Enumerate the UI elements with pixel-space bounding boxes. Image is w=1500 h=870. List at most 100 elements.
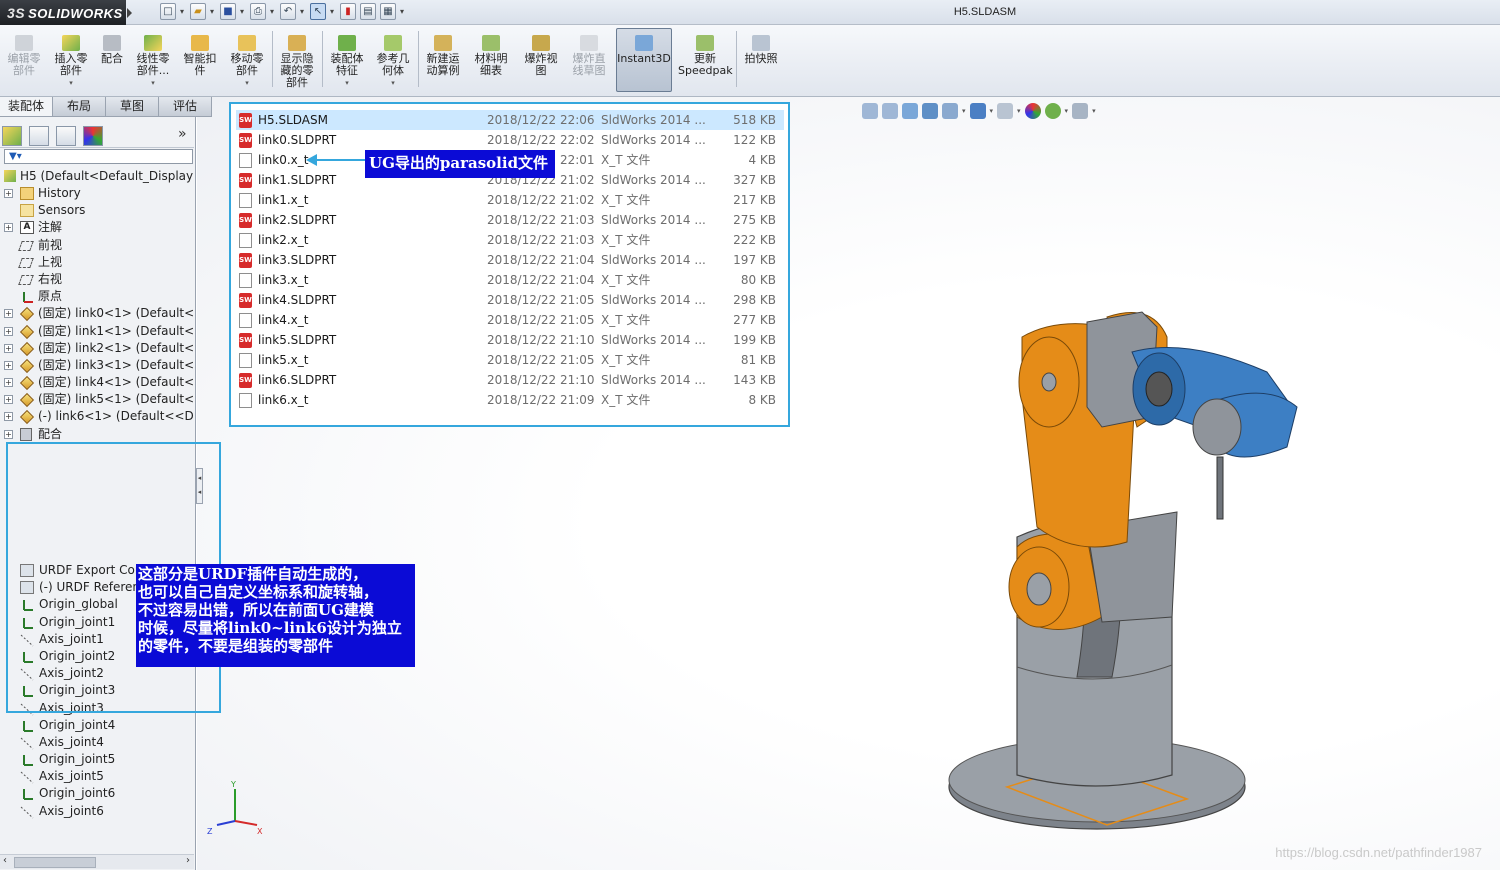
tab-assembly[interactable]: 装配体 (0, 97, 53, 116)
smart-fasteners-button[interactable]: 智能扣件 (180, 29, 220, 91)
tree-item[interactable]: + (固定) link3<1> (Default<<D (0, 357, 194, 374)
scroll-thumb[interactable] (14, 857, 96, 868)
file-row[interactable]: link6.x_t 2018/12/22 21:09 X_T 文件 8 KB (236, 390, 784, 410)
tree-root-assembly[interactable]: H5 (Default<Default_Display St (4, 168, 194, 184)
robot-arm-model[interactable] (927, 297, 1347, 857)
tree-item[interactable]: 前视 (0, 237, 194, 254)
more-tabs-icon[interactable]: » (178, 126, 187, 142)
expand-icon[interactable]: + (4, 395, 13, 405)
tree-item-label: History (38, 186, 81, 200)
file-row[interactable]: link2.x_t 2018/12/22 21:03 X_T 文件 222 KB (236, 230, 784, 250)
zoom-to-fit-icon[interactable] (862, 103, 878, 119)
tree-item-label: (固定) link3<1> (Default<<D (38, 357, 194, 372)
urdf-tree-item[interactable]: Axis_joint6 (10, 803, 194, 820)
expand-icon[interactable]: + (4, 223, 13, 233)
file-row[interactable]: SW link3.SLDPRT 2018/12/22 21:04 SldWorks 2… (236, 250, 784, 270)
file-row[interactable]: link5.x_t 2018/12/22 21:05 X_T 文件 81 KB (236, 350, 784, 370)
expand-icon[interactable]: + (4, 326, 13, 336)
horizontal-scrollbar[interactable]: ‹ › (0, 854, 194, 869)
tree-item[interactable]: 上视 (0, 254, 194, 271)
file-row[interactable]: link4.x_t 2018/12/22 21:05 X_T 文件 277 KB (236, 310, 784, 330)
show-hidden-components-button[interactable]: 显示隐 藏的零 部件 (276, 29, 318, 91)
scroll-left-icon[interactable]: ‹ (3, 855, 7, 866)
tree-item[interactable]: + (固定) link2<1> (Default<<D (0, 340, 194, 357)
tab-layout[interactable]: 布局 (53, 97, 106, 116)
urdf-tree-item[interactable]: Axis_joint5 (10, 768, 194, 785)
file-date: 2018/12/22 21:04 (487, 273, 595, 287)
configuration-manager-icon[interactable] (56, 126, 76, 146)
expand-icon[interactable]: + (4, 189, 13, 198)
tree-item[interactable]: + 配合 (0, 426, 194, 443)
previous-view-icon[interactable] (902, 103, 918, 119)
file-row[interactable]: SW link4.SLDPRT 2018/12/22 21:05 SldWorks 2… (236, 290, 784, 310)
tree-item[interactable]: 原点 (0, 288, 194, 305)
file-row[interactable]: SW H5.SLDASM 2018/12/22 22:06 SldWorks 2014… (236, 110, 784, 130)
scroll-right-icon[interactable]: › (186, 855, 190, 866)
urdf-tree-item[interactable]: Origin_joint6 (10, 785, 194, 802)
section-view-icon[interactable] (922, 103, 938, 119)
tree-item[interactable]: Sensors (0, 202, 194, 219)
assembly-features-button[interactable]: 装配体 特征 ▾ (326, 29, 368, 91)
origin-icon (20, 753, 34, 767)
exploded-view-button[interactable]: 爆炸视图 (518, 29, 564, 91)
file-row[interactable]: SW link5.SLDPRT 2018/12/22 21:10 SldWorks 2… (236, 330, 784, 350)
explode-line-sketch-button[interactable]: 爆炸直 线草图 (566, 29, 612, 91)
hide-show-items-icon[interactable] (997, 103, 1014, 119)
tree-item[interactable]: + (固定) link0<1> (Default<<D (0, 305, 194, 322)
file-row[interactable]: SW link6.SLDPRT 2018/12/22 21:10 SldWorks 2… (236, 370, 784, 390)
sensor-icon (20, 204, 34, 218)
tree-item[interactable]: + A 注解 (0, 219, 194, 236)
file-row[interactable]: SW link2.SLDPRT 2018/12/22 21:03 SldWorks 2… (236, 210, 784, 230)
move-component-button[interactable]: 移动零 部件 ▾ (226, 29, 268, 91)
annot-icon: A (20, 221, 34, 235)
take-snapshot-button[interactable]: 拍快照 (740, 29, 782, 91)
tree-item[interactable]: + (固定) link1<1> (Default<<D (0, 323, 194, 340)
expand-icon[interactable]: + (4, 412, 13, 422)
tree-filter[interactable]: ▼▾ (4, 149, 193, 164)
part-icon (19, 410, 35, 425)
tab-evaluate[interactable]: 评估 (159, 97, 212, 116)
tree-item-label: 原点 (38, 289, 63, 304)
tab-sketch[interactable]: 草图 (106, 97, 159, 116)
expand-icon[interactable]: + (4, 378, 13, 388)
tree-item[interactable]: 右视 (0, 271, 194, 288)
tree-item[interactable]: + (-) link6<1> (Default<<Defa (0, 408, 194, 425)
feature-manager-icon[interactable] (2, 126, 22, 146)
file-row[interactable]: link1.x_t 2018/12/22 21:02 X_T 文件 217 KB (236, 190, 784, 210)
update-speedpak-button[interactable]: 更新 Speedpak (678, 29, 733, 91)
edit-appearance-icon[interactable] (1024, 103, 1041, 119)
urdf-tree-item[interactable]: Origin_joint5 (10, 751, 194, 768)
tree-item[interactable]: + History (0, 185, 194, 202)
zoom-to-area-icon[interactable] (882, 103, 898, 119)
file-row[interactable]: link3.x_t 2018/12/22 21:04 X_T 文件 80 KB (236, 270, 784, 290)
expand-icon[interactable]: + (4, 343, 13, 353)
display-style-icon[interactable] (969, 103, 986, 119)
property-manager-icon[interactable] (29, 126, 49, 146)
display-manager-icon[interactable] (83, 126, 103, 146)
tree-item[interactable]: + (固定) link4<1> (Default<<D (0, 374, 194, 391)
new-motion-study-button[interactable]: 新建运 动算例 (422, 29, 464, 91)
edit-component-button[interactable]: 编辑零 部件 (4, 29, 44, 91)
reference-geometry-button[interactable]: 参考几 何体 ▾ (372, 29, 414, 91)
apply-scene-icon[interactable] (1044, 103, 1061, 119)
expand-icon[interactable]: + (4, 360, 13, 370)
linear-pattern-button[interactable]: 线性零 部件... ▾ (132, 29, 174, 91)
bill-of-materials-button[interactable]: 材料明 细表 (470, 29, 512, 91)
tree-item[interactable]: + (固定) link5<1> (Default<<D (0, 391, 194, 408)
file-type: SldWorks 2014 ... (601, 173, 706, 187)
urdf-item-label: Axis_joint6 (39, 803, 104, 818)
file-date: 2018/12/22 21:10 (487, 373, 595, 387)
view-settings-icon[interactable] (1072, 103, 1089, 119)
instant3d-button[interactable]: Instant3D (616, 28, 672, 92)
expand-icon[interactable]: + (4, 309, 13, 319)
file-name: link0.SLDPRT (258, 133, 337, 147)
view-orientation-icon[interactable] (942, 103, 958, 119)
file-row[interactable]: SW link0.SLDPRT 2018/12/22 22:02 SldWorks 2… (236, 130, 784, 150)
solidworks-file-icon: SW (239, 293, 252, 308)
mate-button[interactable]: 配合 (96, 29, 128, 91)
expand-icon[interactable]: + (4, 429, 13, 439)
tree-item-label: (固定) link2<1> (Default<<D (38, 340, 194, 355)
urdf-tree-item[interactable]: Origin_joint4 (10, 717, 194, 734)
insert-components-button[interactable]: 插入零 部件 ▾ (50, 29, 92, 91)
urdf-tree-item[interactable]: Axis_joint4 (10, 734, 194, 751)
